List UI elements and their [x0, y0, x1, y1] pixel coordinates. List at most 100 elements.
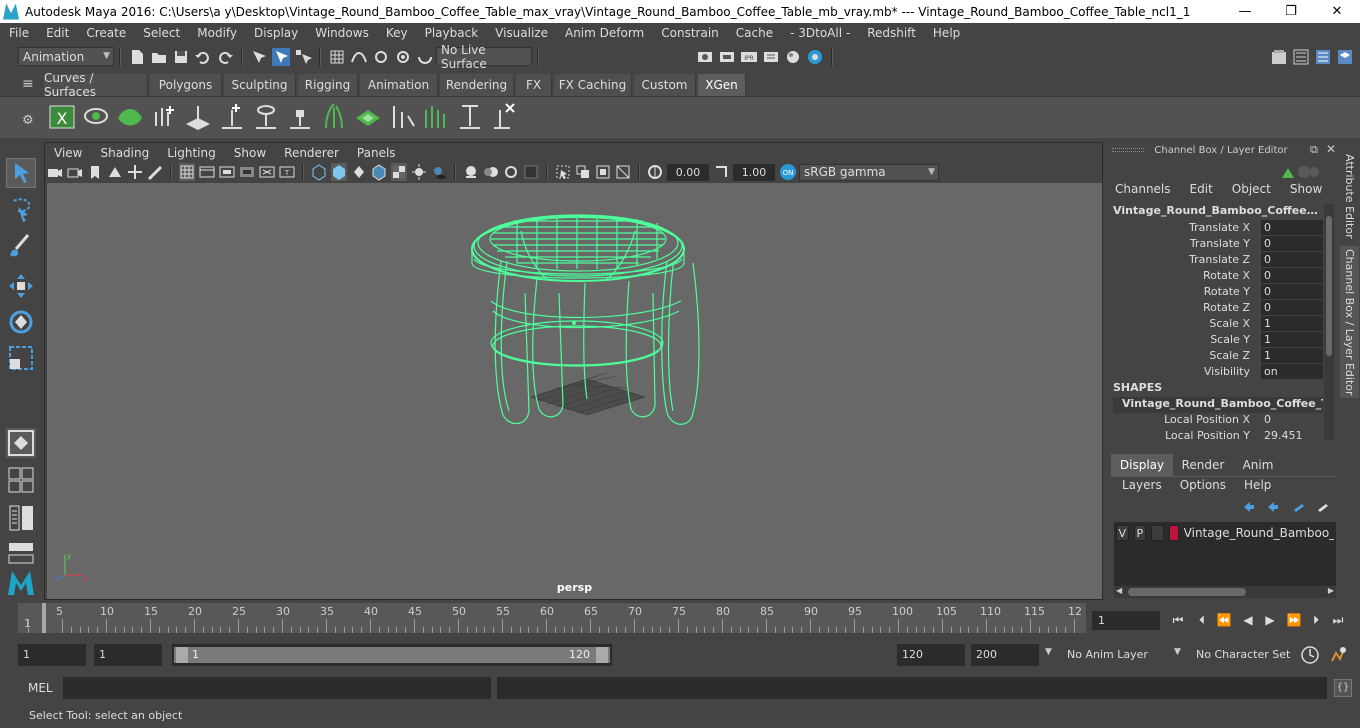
xgen-place-guide-icon[interactable] — [184, 102, 212, 132]
anti-aliasing-icon[interactable] — [503, 163, 519, 181]
move-tool-icon[interactable] — [6, 271, 36, 301]
open-scene-icon[interactable] — [150, 48, 168, 66]
make-live-icon[interactable] — [416, 48, 434, 66]
shadows-icon[interactable] — [431, 163, 447, 181]
xgen-leaf-icon[interactable] — [116, 102, 144, 132]
xgen-add-guide-icon[interactable] — [150, 102, 178, 132]
attribute-value[interactable]: 0 — [1261, 252, 1323, 267]
select-tool-icon[interactable] — [6, 158, 36, 188]
scroll-right-icon[interactable]: ▶ — [1328, 586, 1334, 595]
scrollbar-thumb[interactable] — [1326, 216, 1332, 356]
save-scene-icon[interactable] — [172, 48, 190, 66]
smooth-shading-icon[interactable] — [331, 163, 347, 181]
attribute-value[interactable]: 0 — [1261, 268, 1323, 283]
camera-attributes-icon[interactable] — [67, 163, 83, 181]
menu-cache[interactable]: Cache — [727, 26, 781, 40]
shelf-tab-sculpting[interactable]: Sculpting — [224, 74, 296, 96]
tab-anim-layers[interactable]: Anim — [1232, 454, 1284, 476]
range-end-handle[interactable] — [596, 647, 608, 663]
wireframe-shading-icon[interactable] — [311, 163, 327, 181]
isolate-select-icon[interactable] — [555, 163, 571, 181]
attribute-row[interactable]: Local Position Y 29.451 — [1104, 428, 1322, 444]
playhead[interactable] — [42, 603, 46, 633]
layers-menu[interactable]: Layers — [1112, 478, 1170, 492]
auto-key-icon[interactable] — [1300, 645, 1320, 668]
show-menu[interactable]: Show — [1279, 182, 1330, 200]
shelf-tab-fx-caching[interactable]: FX Caching — [554, 74, 632, 96]
motion-blur-icon[interactable] — [483, 163, 499, 181]
menu-playback[interactable]: Playback — [416, 26, 487, 40]
select-hierarchy-icon[interactable] — [250, 48, 268, 66]
layer-list-hscrollbar[interactable]: ◀ ▶ — [1114, 586, 1336, 598]
shelf-tab-fx[interactable]: FX — [516, 74, 552, 96]
snap-curve-icon[interactable] — [350, 48, 368, 66]
xgen-editor-icon[interactable]: X — [48, 102, 76, 132]
scene-end-field[interactable]: 200 — [971, 644, 1039, 666]
xray-components-icon[interactable] — [615, 163, 631, 181]
select-object-icon[interactable] — [272, 47, 290, 66]
menu-file[interactable]: File — [0, 26, 37, 40]
scale-tool-icon[interactable] — [6, 343, 36, 373]
chevron-down-icon[interactable]: ▼ — [1045, 647, 1052, 657]
menu-redshift[interactable]: Redshift — [858, 26, 924, 40]
live-surface-field[interactable]: No Live Surface — [436, 43, 532, 71]
attribute-value[interactable]: 0 — [1261, 236, 1323, 251]
layer-color-swatch[interactable] — [1168, 525, 1179, 541]
viewport-menu-lighting[interactable]: Lighting — [158, 146, 225, 160]
undo-icon[interactable] — [194, 48, 212, 66]
toggle-attribute-editor-icon[interactable] — [1292, 48, 1310, 66]
attribute-row[interactable]: Scale Y 1 — [1104, 332, 1323, 348]
default-material-icon[interactable] — [351, 163, 367, 181]
menu-set-dropdown[interactable]: Animation ▼ — [18, 47, 114, 66]
play-forwards-icon[interactable]: ▶ — [1262, 612, 1278, 628]
textured-icon[interactable] — [391, 163, 407, 181]
attribute-row[interactable]: Translate X 0 — [1104, 220, 1323, 236]
exposure-field[interactable]: 0.00 — [667, 163, 709, 181]
bookmark-icon[interactable] — [87, 163, 103, 181]
script-editor-icon[interactable]: {} — [1334, 679, 1352, 697]
edit-menu[interactable]: Edit — [1179, 182, 1221, 200]
use-all-lights-icon[interactable] — [411, 163, 427, 181]
coffee-table-wireframe[interactable]: y x z — [47, 183, 1102, 599]
menu-select[interactable]: Select — [134, 26, 188, 40]
camera-select-icon[interactable] — [47, 163, 63, 181]
attribute-value[interactable]: 1 — [1261, 332, 1323, 347]
tab-channel-box-layer-editor[interactable]: Channel Box / Layer Editor — [1340, 246, 1359, 398]
snap-view-plane-icon[interactable] — [394, 48, 412, 66]
redshift-render-icon[interactable] — [806, 48, 824, 66]
attribute-row[interactable]: Visibility on — [1104, 364, 1323, 380]
new-scene-icon[interactable] — [128, 48, 146, 66]
menu-3dtoall[interactable]: - 3DtoAll - — [781, 26, 858, 40]
film-gate-icon[interactable] — [199, 163, 215, 181]
gamma-field[interactable]: 1.00 — [733, 163, 775, 181]
step-forward-frame-icon[interactable]: ⏵ — [1308, 612, 1324, 628]
playback-end-field[interactable]: 120 — [897, 644, 965, 666]
float-panel-icon[interactable]: ⧉ — [1310, 143, 1318, 157]
shelf-tab-rendering[interactable]: Rendering — [440, 74, 514, 96]
single-perspective-layout-icon[interactable] — [6, 428, 36, 458]
toggle-channel-box-icon[interactable] — [1336, 48, 1354, 66]
lasso-tool-icon[interactable] — [6, 195, 36, 225]
attribute-row[interactable]: Translate Z 0 — [1104, 252, 1323, 268]
exposure-icon[interactable] — [647, 163, 663, 181]
range-start-handle[interactable] — [176, 647, 188, 663]
field-chart-icon[interactable] — [259, 163, 275, 181]
shelf-tab-xgen[interactable]: XGen — [698, 74, 746, 96]
layer-display-type-toggle[interactable] — [1151, 525, 1164, 541]
time-slider-track[interactable]: 1510152025303540455055606570758085909510… — [18, 603, 1086, 633]
hypershade-icon[interactable] — [784, 48, 802, 66]
menu-windows[interactable]: Windows — [306, 26, 377, 40]
go-to-start-icon[interactable]: ⏮ — [1170, 612, 1186, 628]
persp-outliner-layout-icon[interactable] — [6, 503, 36, 533]
tab-display-layers[interactable]: Display — [1111, 454, 1173, 476]
xgen-preview-icon[interactable] — [82, 102, 110, 132]
xgen-delete-guides-icon[interactable] — [490, 102, 518, 132]
menu-key[interactable]: Key — [377, 26, 416, 40]
gamma-icon[interactable] — [713, 163, 729, 181]
snap-grid-icon[interactable] — [328, 48, 346, 66]
menu-help[interactable]: Help — [924, 26, 968, 40]
attribute-row[interactable]: Rotate X 0 — [1104, 268, 1323, 284]
help-menu[interactable]: Help — [1234, 478, 1279, 492]
playback-start-field[interactable]: 1 — [94, 644, 162, 666]
attribute-row[interactable]: Local Position X 0 — [1104, 412, 1322, 428]
